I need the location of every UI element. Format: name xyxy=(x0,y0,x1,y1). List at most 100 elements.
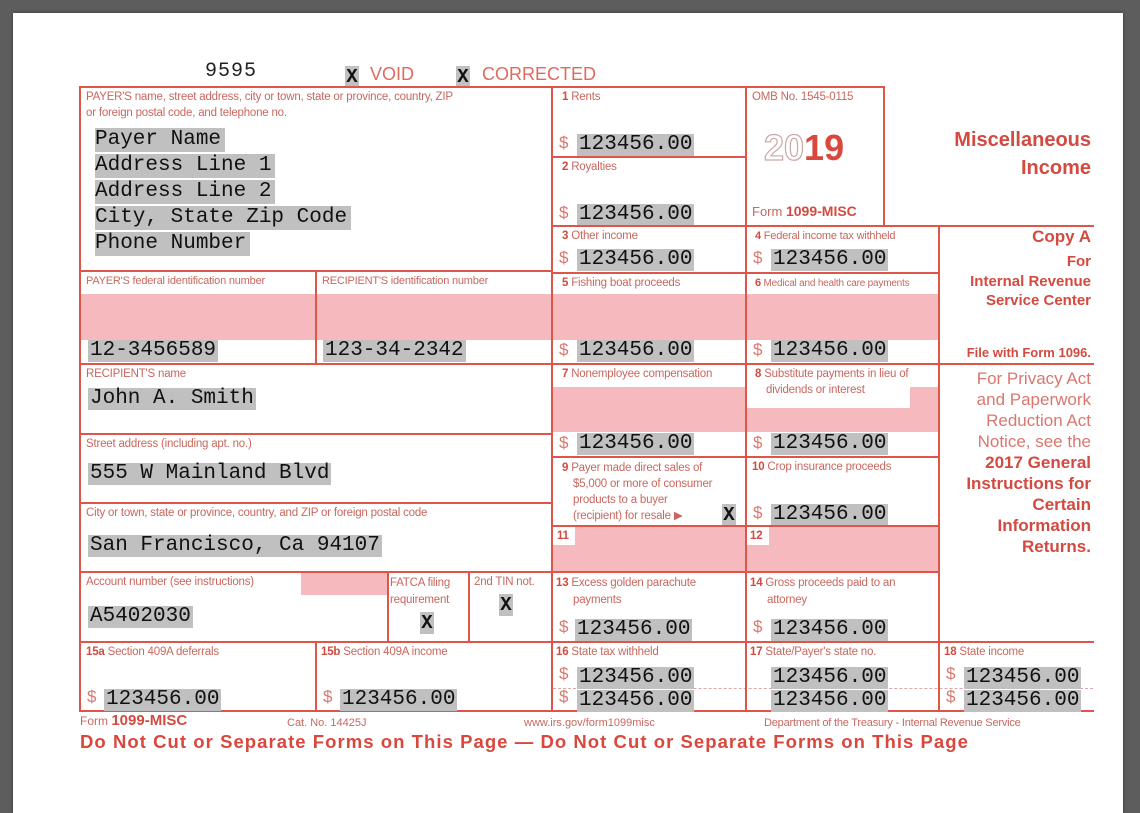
payer-address-line-2[interactable]: Address Line 2 xyxy=(95,180,276,204)
corrected-label: CORRECTED xyxy=(482,64,597,84)
box-14-value[interactable]: 123456.00 xyxy=(771,619,889,641)
box-5-label: 5 Fishing boat proceeds xyxy=(562,277,681,289)
corrected-checkbox[interactable]: X xyxy=(456,66,470,88)
void-label: VOID xyxy=(370,64,415,84)
box-16-value-2[interactable]: 123456.00 xyxy=(577,690,695,712)
box-1-value[interactable]: 123456.00 xyxy=(577,134,695,156)
recipient-tin-value[interactable]: 123-34-2342 xyxy=(323,340,466,362)
copy-for: For xyxy=(1066,253,1091,270)
second-tin-label: 2nd TIN not. xyxy=(474,576,535,588)
box-9-checkbox[interactable]: X xyxy=(722,504,736,526)
payer-tin-value[interactable]: 12-3456589 xyxy=(88,340,219,362)
box-18-value-2[interactable]: 123456.00 xyxy=(964,690,1082,712)
street-value[interactable]: 555 W Mainland Blvd xyxy=(88,463,332,485)
payer-tin-label: PAYER'S federal identification number xyxy=(86,275,265,287)
box-13-value[interactable]: 123456.00 xyxy=(575,619,693,641)
box-7-label: 7 Nonemployee compensation xyxy=(562,368,713,380)
dollar-icon: $ xyxy=(753,340,763,359)
payer-address[interactable]: Payer Name Address Line 1 Address Line 2… xyxy=(95,127,352,257)
void-checkbox[interactable]: X xyxy=(345,66,359,88)
box-18-label: 18 State income xyxy=(944,646,1025,658)
box-2-label: 2 Royalties xyxy=(562,161,617,173)
footer-warning: Do Not Cut or Separate Forms on This Pag… xyxy=(80,731,969,752)
box-10-value[interactable]: 123456.00 xyxy=(771,504,889,526)
pink-shade xyxy=(553,294,745,340)
privacy-box xyxy=(938,363,1094,643)
box-17-value-2[interactable]: 123456.00 xyxy=(771,690,889,712)
pink-shade xyxy=(553,527,745,571)
box-7-value[interactable]: 123456.00 xyxy=(577,433,695,455)
box-10-label: 10 Crop insurance proceeds xyxy=(752,461,892,473)
pink-shade xyxy=(747,527,938,571)
recipient-name-value[interactable]: John A. Smith xyxy=(88,388,256,410)
dollar-icon: $ xyxy=(559,133,569,152)
fatca-checkbox[interactable]: X xyxy=(420,612,434,634)
payer-city-state-zip[interactable]: City, State Zip Code xyxy=(95,206,352,230)
payer-label-2: or foreign postal code, and telephone no… xyxy=(86,107,287,119)
box-9-label: 9 Payer made direct sales of $5,000 or m… xyxy=(562,462,713,522)
recipient-tin-label: RECIPIENT'S identification number xyxy=(322,275,489,287)
copy-irs: Internal Revenue Service Center xyxy=(970,273,1091,309)
account-label: Account number (see instructions) xyxy=(86,576,254,588)
box-4-label: 4 Federal income tax withheld xyxy=(755,230,896,242)
dollar-icon: $ xyxy=(753,617,763,636)
box-2-value[interactable]: 123456.00 xyxy=(577,204,695,226)
dollar-icon: $ xyxy=(753,433,763,452)
dollar-icon: $ xyxy=(559,248,569,267)
second-tin-checkbox[interactable]: X xyxy=(499,594,513,616)
box-12-label: 12 xyxy=(750,530,763,542)
box-17-value-1[interactable]: 123456.00 xyxy=(771,667,889,689)
pink-shade xyxy=(747,294,938,340)
box-8-value[interactable]: 123456.00 xyxy=(771,433,889,455)
box-11-label: 11 xyxy=(557,530,569,542)
footer-url[interactable]: www.irs.gov/form1099misc xyxy=(524,717,655,729)
box-13-label: 13 Excess golden parachute payments xyxy=(556,577,696,606)
account-value[interactable]: A5402030 xyxy=(88,606,193,628)
box-6-value[interactable]: 123456.00 xyxy=(771,340,889,362)
recipient-name-label: RECIPIENT'S name xyxy=(86,368,186,380)
tax-year: 2019 xyxy=(763,127,845,168)
dollar-icon: $ xyxy=(559,203,569,222)
footer-cat-no: Cat. No. 14425J xyxy=(287,717,367,729)
dollar-icon: $ xyxy=(323,687,333,706)
box-3-label: 3 Other income xyxy=(562,230,638,242)
dollar-icon: $ xyxy=(753,503,763,522)
box-16-value-1[interactable]: 123456.00 xyxy=(577,667,695,689)
payer-address-line-1[interactable]: Address Line 1 xyxy=(95,154,276,178)
box-15b-label: 15b Section 409A income xyxy=(321,646,448,658)
fatca-label: FATCA filing requirement xyxy=(390,577,451,606)
form-code: 9595 xyxy=(205,60,258,83)
street-label: Street address (including apt. no.) xyxy=(86,438,252,450)
omb-form-name: Form 1099-MISC xyxy=(752,203,857,219)
dollar-icon: $ xyxy=(559,617,569,636)
dollar-icon: $ xyxy=(87,687,97,706)
box-17-label: 17 State/Payer's state no. xyxy=(750,646,877,658)
copy-a-label: Copy A xyxy=(1032,227,1091,246)
city-value[interactable]: San Francisco, Ca 94107 xyxy=(88,535,382,557)
form-title: Miscellaneous Income xyxy=(954,129,1091,179)
footer-department: Department of the Treasury - Internal Re… xyxy=(764,717,1021,729)
payer-name[interactable]: Payer Name xyxy=(95,128,226,152)
payer-phone[interactable]: Phone Number xyxy=(95,232,251,256)
box-5-value[interactable]: 123456.00 xyxy=(577,340,695,362)
box-3-value[interactable]: 123456.00 xyxy=(577,249,695,271)
pink-shade xyxy=(553,387,745,432)
pink-shade xyxy=(317,294,551,340)
box-18-value-1[interactable]: 123456.00 xyxy=(964,667,1082,689)
pink-shade xyxy=(81,294,315,340)
dollar-icon: $ xyxy=(559,664,569,683)
city-label: City or town, state or province, country… xyxy=(86,507,428,519)
footer-form-name: Form 1099-MISC xyxy=(80,712,188,729)
box-15a-value[interactable]: 123456.00 xyxy=(104,689,222,711)
box-16-label: 16 State tax withheld xyxy=(556,646,659,658)
omb-number: OMB No. 1545-0115 xyxy=(752,91,854,103)
dollar-icon: $ xyxy=(753,248,763,267)
box-8-label-2: dividends or interest xyxy=(766,384,865,396)
box-6-label: 6 Medical and health care payments xyxy=(755,277,910,289)
box-1-label: 1 Rents xyxy=(562,91,601,103)
box-4-value[interactable]: 123456.00 xyxy=(771,249,889,271)
box-8-label: 8 Substitute payments in lieu of xyxy=(755,368,909,380)
file-with-1096: File with Form 1096. xyxy=(966,345,1091,360)
box-15b-value[interactable]: 123456.00 xyxy=(340,689,458,711)
dollar-icon: $ xyxy=(559,433,569,452)
